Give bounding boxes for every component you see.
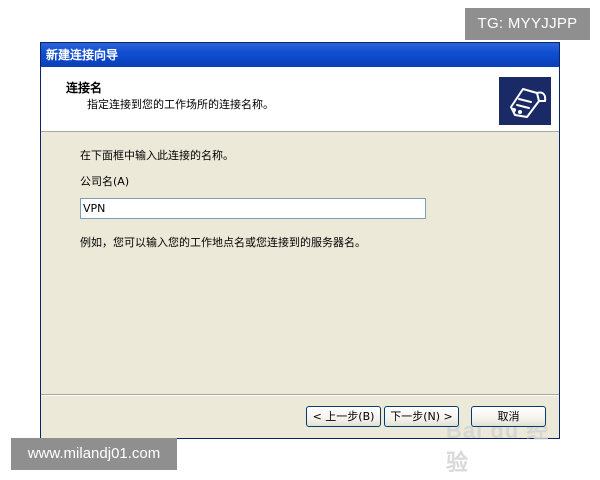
header-subtitle: 指定连接到您的工作场所的连接名称。 — [87, 98, 274, 111]
header-title: 连接名 — [66, 81, 103, 95]
new-connection-wizard-dialog: 新建连接向导 连接名 指定连接到您的工作场所的连接名称。 在下面框中输入此连接的… — [40, 42, 560, 475]
wizard-header-panel: 连接名 指定连接到您的工作场所的连接名称。 — [41, 67, 559, 132]
footer-separator — [41, 394, 559, 396]
company-name-input[interactable] — [80, 198, 426, 219]
company-name-label: 公司名(A) — [80, 175, 130, 188]
dialog-titlebar[interactable]: 新建连接向导 — [41, 43, 559, 67]
example-hint-text: 例如，您可以输入您的工作地点名或您连接到的服务器名。 — [80, 236, 366, 249]
next-button[interactable]: 下一步(N) > — [384, 406, 459, 427]
cancel-button[interactable]: 取消 — [471, 406, 546, 427]
network-connection-icon — [499, 77, 551, 125]
site-watermark: www.milandj01.com — [11, 438, 177, 470]
back-button[interactable]: < 上一步(B) — [306, 406, 381, 427]
tg-watermark: TG: MYYJJPP — [465, 8, 590, 40]
instruction-text: 在下面框中输入此连接的名称。 — [80, 149, 234, 162]
